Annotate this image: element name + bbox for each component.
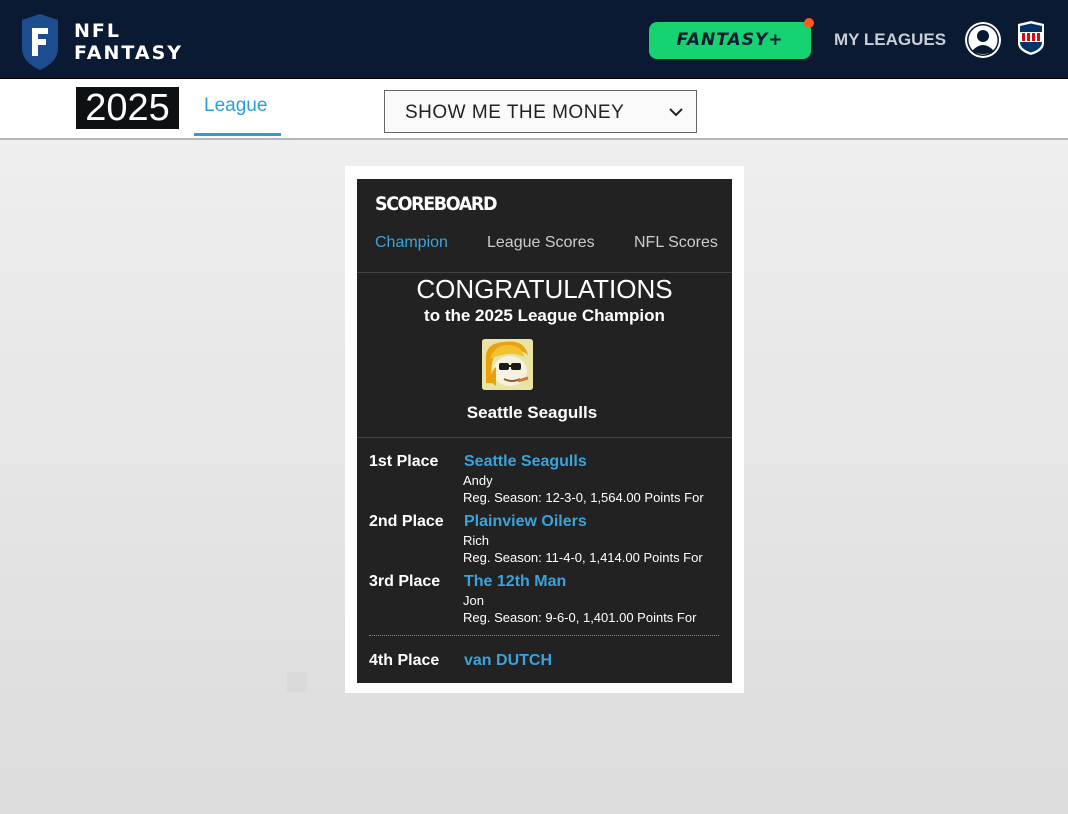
nfl-fantasy-logo-icon: [22, 14, 58, 70]
scoreboard-title: SCOREBOARD: [375, 193, 497, 215]
logo-line-2: FANTASY: [74, 42, 184, 64]
fantasy-plus-label: FANTASY+: [676, 30, 784, 50]
place-team-link[interactable]: Seattle Seagulls: [464, 453, 587, 471]
place-owner: Andy: [463, 473, 493, 488]
league-subnav: 2025 League SHOW ME THE MONEY: [0, 79, 1068, 140]
place-team-link[interactable]: Plainview Oilers: [464, 513, 587, 531]
congrats-heading: CONGRATULATIONS: [416, 274, 673, 304]
place-owner: Rich: [463, 533, 490, 548]
top-navigation-bar: NFL FANTASY FANTASY+ MY LEAGUES: [0, 0, 1068, 79]
logo-line-1: NFL: [74, 20, 121, 42]
nfl-shield-icon[interactable]: [1017, 21, 1045, 55]
place-record: Reg. Season: 12-3-0, 1,564.00 Points For: [463, 490, 704, 505]
chevron-down-icon: [669, 108, 683, 117]
places-dotted-divider: [369, 635, 719, 636]
congrats-subheading: to the 2025 League Champion: [424, 306, 665, 325]
tab-champion[interactable]: Champion: [375, 234, 448, 252]
place-team-link[interactable]: van DUTCH: [464, 652, 552, 670]
place-label: 4th Place: [369, 652, 440, 669]
place-record: Reg. Season: 11-4-0, 1,414.00 Points For: [463, 550, 703, 565]
champion-team-name: Seattle Seagulls: [466, 403, 598, 422]
scoreboard-card: SCOREBOARD Champion League Scores NFL Sc…: [357, 179, 732, 683]
tabs-divider: [357, 272, 732, 273]
tab-league-label: League: [204, 95, 268, 116]
logo-text: NFL FANTASY: [74, 20, 183, 64]
nfl-fantasy-logo[interactable]: NFL FANTASY: [18, 14, 188, 70]
tab-nfl-scores[interactable]: NFL Scores: [634, 234, 718, 252]
notification-dot-icon: [804, 18, 814, 28]
champion-logo-icon: [482, 339, 533, 390]
champion-divider: [357, 437, 732, 438]
place-owner: Jon: [463, 593, 484, 608]
place-record: Reg. Season: 9-6-0, 1,401.00 Points For: [463, 610, 697, 625]
user-avatar-icon[interactable]: [964, 21, 1002, 59]
place-team-link[interactable]: The 12th Man: [464, 573, 566, 591]
place-label: 3rd Place: [369, 573, 441, 590]
place-label: 2nd Place: [369, 513, 444, 530]
league-select-dropdown[interactable]: SHOW ME THE MONEY: [384, 90, 697, 133]
tab-league[interactable]: League: [194, 79, 281, 136]
season-year: 2025: [76, 87, 179, 129]
place-label: 1st Place: [369, 453, 439, 470]
fantasy-plus-button[interactable]: FANTASY+: [649, 18, 814, 59]
league-select-value: SHOW ME THE MONEY: [405, 102, 625, 123]
background-artifact: [287, 672, 307, 692]
champion-team-avatar: [482, 339, 533, 390]
my-leagues-link[interactable]: MY LEAGUES: [834, 30, 946, 50]
tab-league-scores[interactable]: League Scores: [487, 234, 595, 252]
scoreboard-widget-frame: SCOREBOARD Champion League Scores NFL Sc…: [345, 166, 744, 693]
